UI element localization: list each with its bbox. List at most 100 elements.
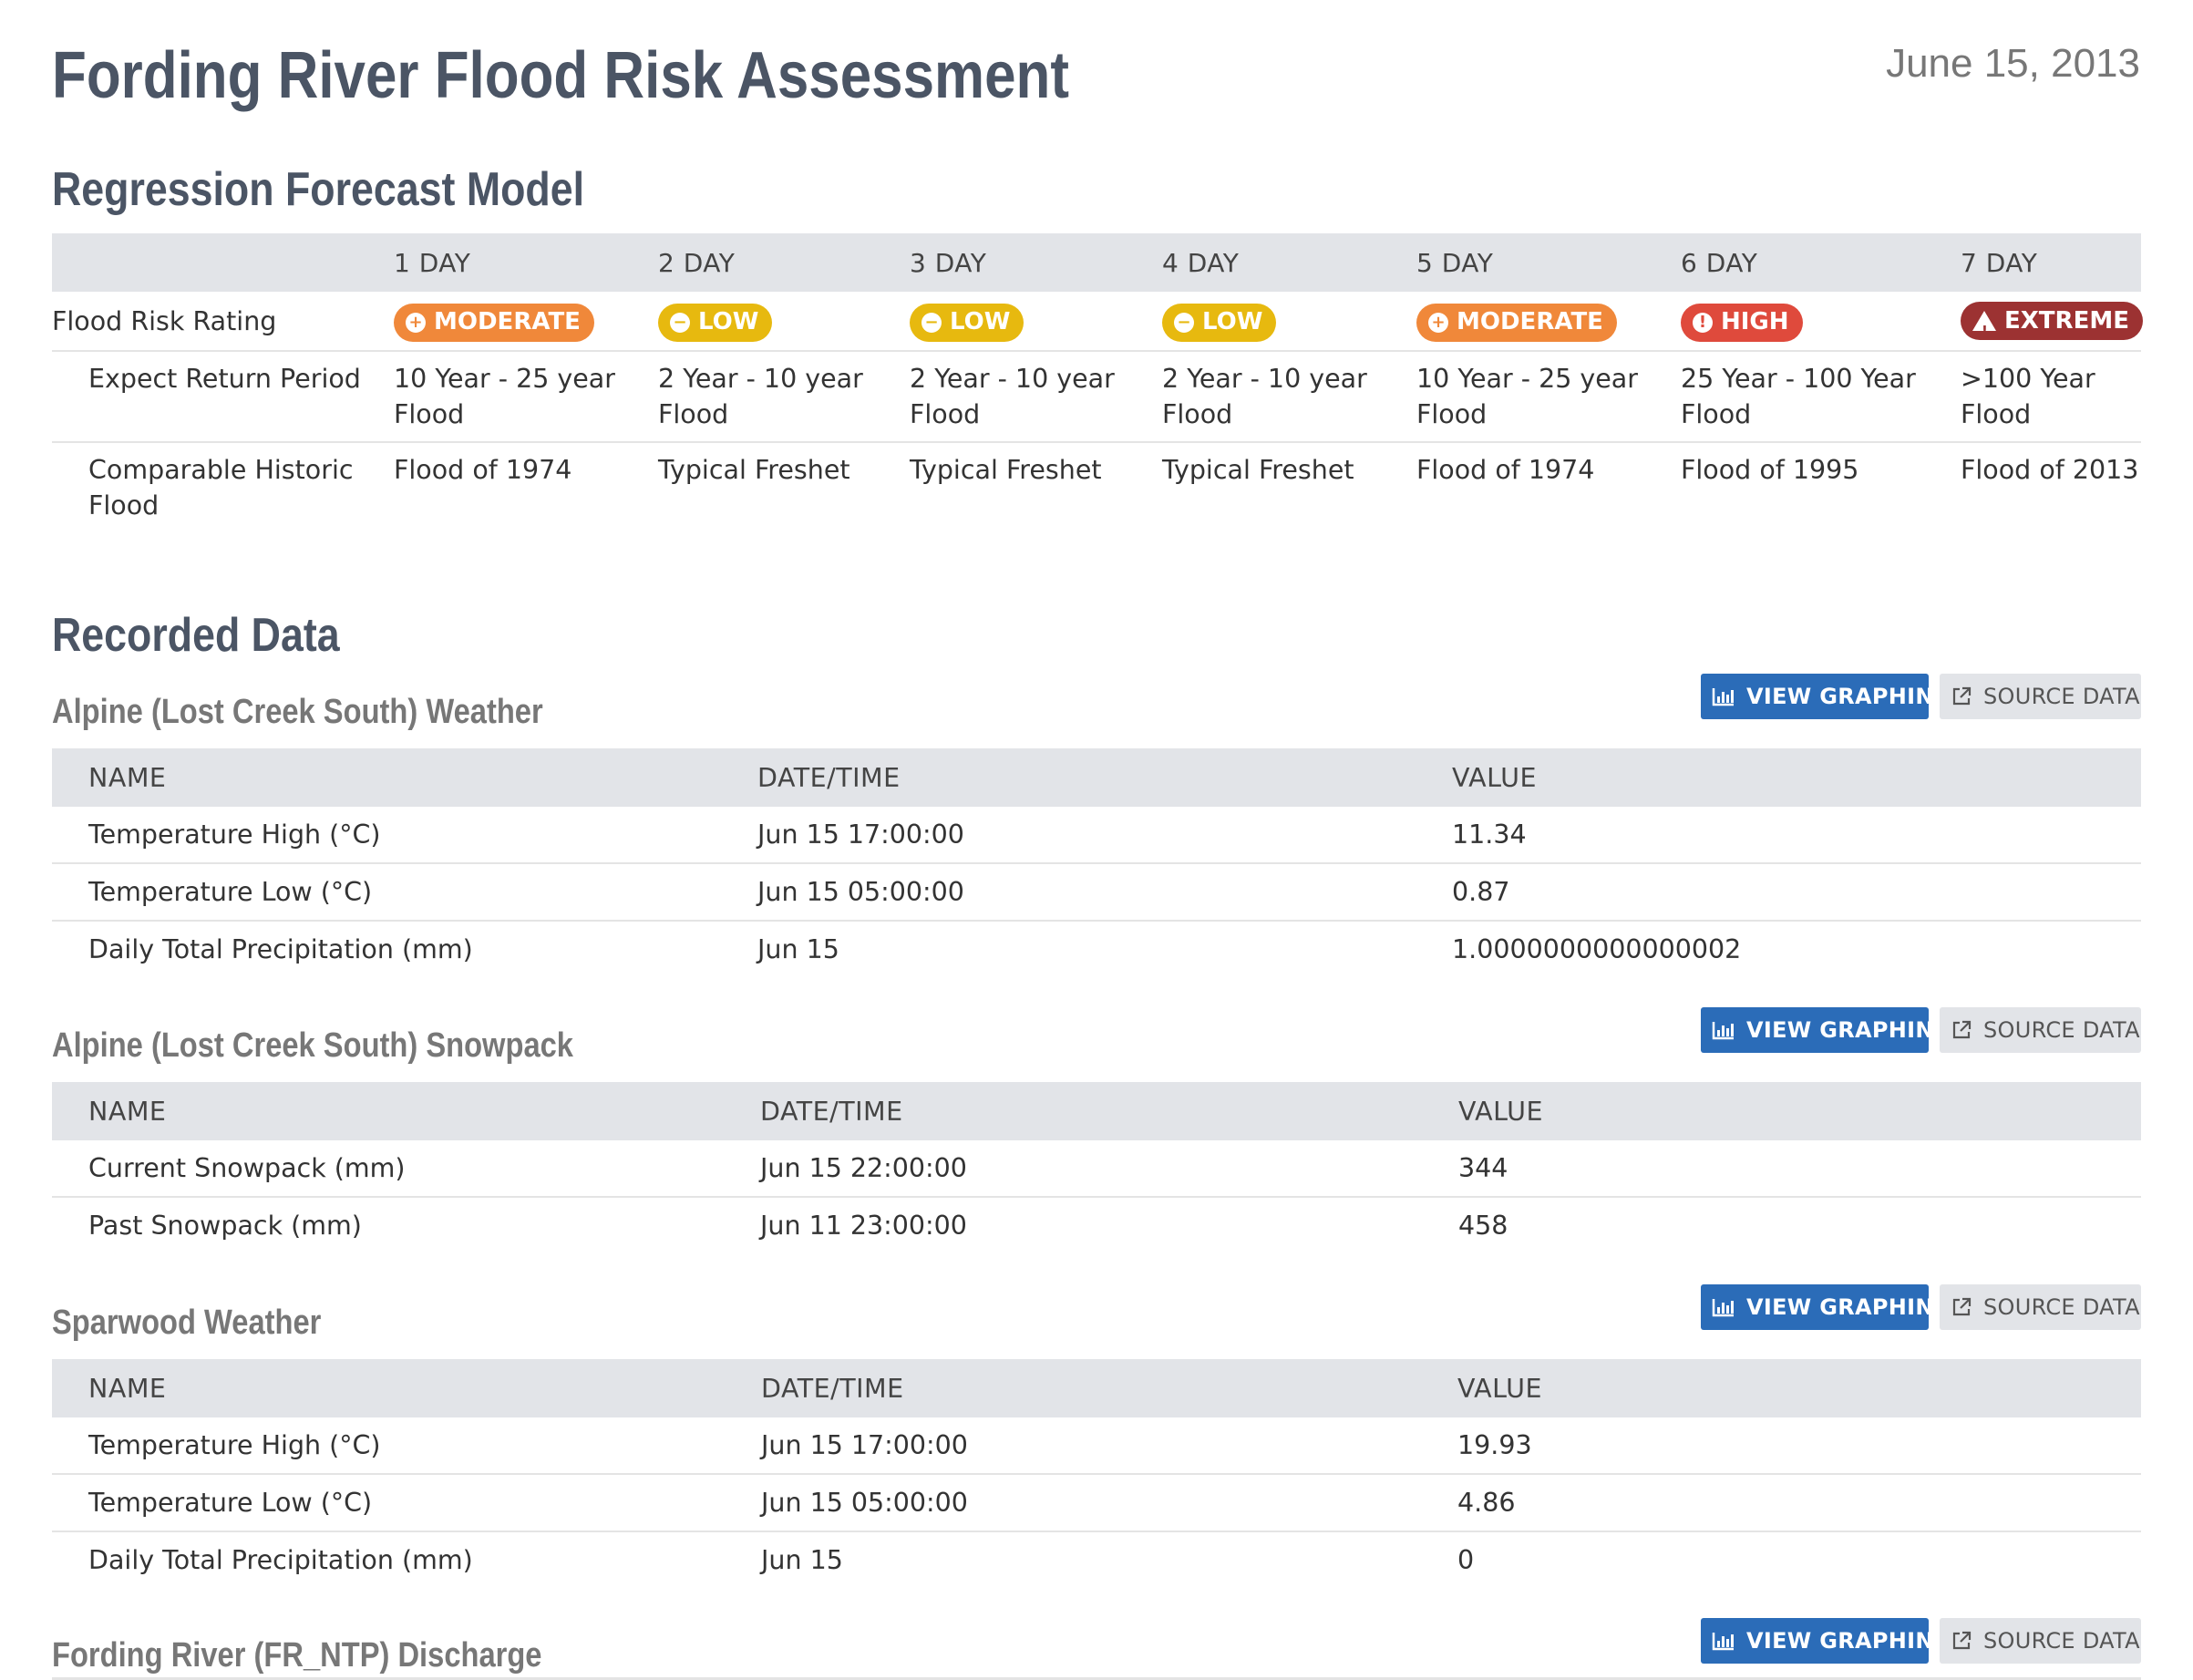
- cell-value: 11.34: [1452, 819, 1527, 850]
- external-link-icon: [1951, 685, 1972, 707]
- table-row: Daily Total Precipitation (mm) Jun 15 1.…: [52, 922, 2141, 977]
- cell-datetime: Jun 15: [757, 934, 839, 964]
- historic-flood-cell: Flood of 1995: [1681, 455, 1859, 485]
- col-datetime: DATE/TIME: [760, 1096, 903, 1127]
- external-link-icon: [1951, 1296, 1972, 1318]
- warning-triangle-icon: [1972, 311, 1996, 349]
- table-header-row: NAME DATE/TIME VALUE: [52, 1082, 2141, 1140]
- bar-chart-icon: [1712, 1297, 1735, 1317]
- risk-badge: − LOW: [1162, 303, 1277, 342]
- table-row: Current Snowpack (mm) Jun 15 22:00:00 34…: [52, 1140, 2141, 1198]
- return-period-cell: 25 Year - 100 Year Flood: [1681, 364, 1916, 429]
- cell-value: 4.86: [1457, 1488, 1516, 1518]
- section-title: Sparwood Weather: [52, 1304, 322, 1342]
- view-graphing-button[interactable]: VIEW GRAPHING: [1701, 1007, 1951, 1053]
- forecast-row-risk-rating: Flood Risk Rating + MODERATE − LOW − LOW − L…: [52, 292, 2143, 352]
- historic-flood-cell: Flood of 1974: [1416, 455, 1595, 485]
- col-value: VALUE: [1452, 762, 1537, 793]
- plus-circle-icon: +: [406, 312, 426, 333]
- source-data-button[interactable]: SOURCE DATA: [1940, 1618, 2141, 1664]
- cell-datetime: Jun 15 22:00:00: [760, 1153, 967, 1183]
- forecast-col-5-day: 5 DAY: [1416, 247, 1494, 278]
- col-value: VALUE: [1458, 1096, 1543, 1127]
- view-graphing-button[interactable]: VIEW GRAPHING: [1701, 674, 1951, 719]
- historic-flood-cell: Typical Freshet: [658, 455, 850, 485]
- historic-flood-cell: Flood of 2013: [1961, 455, 2139, 485]
- cell-value: 0.87: [1452, 877, 1510, 907]
- col-datetime: DATE/TIME: [757, 762, 901, 793]
- source-data-button[interactable]: SOURCE DATA: [1940, 1284, 2141, 1330]
- cell-datetime: Jun 15 17:00:00: [757, 819, 964, 850]
- report-date: June 15, 2013: [1886, 41, 2140, 86]
- return-period-cell: 10 Year - 25 year Flood: [1416, 364, 1638, 429]
- historic-flood-cell: Flood of 1974: [394, 455, 572, 485]
- col-datetime: DATE/TIME: [761, 1373, 904, 1404]
- recorded-data-heading: Recorded Data: [52, 609, 340, 662]
- cell-name: Temperature High (°C): [88, 1430, 381, 1460]
- forecast-header-row: 1 DAY 2 DAY 3 DAY 4 DAY 5 DAY 6 DAY 7 DA…: [52, 233, 2141, 292]
- risk-badge: − LOW: [658, 303, 773, 342]
- source-data-button[interactable]: SOURCE DATA: [1940, 674, 2141, 719]
- minus-circle-icon: −: [1174, 312, 1194, 333]
- table-row: Daily Total Precipitation (mm) Jun 15 0: [52, 1532, 2141, 1588]
- return-period-cell: 10 Year - 25 year Flood: [394, 364, 615, 429]
- section-title: Alpine (Lost Creek South) Weather: [52, 693, 543, 731]
- section-title: Alpine (Lost Creek South) Snowpack: [52, 1026, 573, 1065]
- risk-badge: ! HIGH: [1681, 303, 1803, 342]
- view-graphing-button[interactable]: VIEW GRAPHING: [1701, 1284, 1951, 1330]
- table-header-row: NAME DATE/TIME VALUE: [52, 748, 2141, 807]
- row-label: Comparable Historic Flood: [88, 455, 354, 520]
- page: Fording River Flood Risk Assessment June…: [0, 0, 2193, 1680]
- table-row: Temperature Low (°C) Jun 15 05:00:00 4.8…: [52, 1475, 2141, 1532]
- forecast-col-7-day: 7 DAY: [1961, 247, 2038, 278]
- forecast-table: 1 DAY 2 DAY 3 DAY 4 DAY 5 DAY 6 DAY 7 DA…: [52, 233, 2143, 532]
- cell-datetime: Jun 15: [761, 1545, 843, 1575]
- risk-badge: + MODERATE: [394, 303, 594, 342]
- forecast-col-4-day: 4 DAY: [1162, 247, 1240, 278]
- section-title: Fording River (FR_NTP) Discharge: [52, 1636, 542, 1675]
- historic-flood-cell: Typical Freshet: [910, 455, 1102, 485]
- forecast-heading: Regression Forecast Model: [52, 163, 585, 216]
- forecast-col-2-day: 2 DAY: [658, 247, 736, 278]
- external-link-icon: [1951, 1630, 1972, 1652]
- cell-name: Current Snowpack (mm): [88, 1153, 406, 1183]
- risk-badge: + MODERATE: [1416, 303, 1617, 342]
- cell-value: 19.93: [1457, 1430, 1532, 1460]
- col-name: NAME: [88, 762, 167, 793]
- return-period-cell: 2 Year - 10 year Flood: [910, 364, 1115, 429]
- forecast-row-historic-flood: Comparable Historic Flood Flood of 1974 …: [52, 443, 2141, 532]
- cell-value: 344: [1458, 1153, 1508, 1183]
- col-name: NAME: [88, 1373, 167, 1404]
- source-data-button[interactable]: SOURCE DATA: [1940, 1007, 2141, 1053]
- col-value: VALUE: [1457, 1373, 1542, 1404]
- bar-chart-icon: [1712, 1631, 1735, 1651]
- minus-circle-icon: −: [921, 312, 942, 333]
- forecast-col-6-day: 6 DAY: [1681, 247, 1758, 278]
- cell-datetime: Jun 15 05:00:00: [761, 1488, 968, 1518]
- cell-value: 458: [1458, 1211, 1508, 1241]
- table-row: Temperature Low (°C) Jun 15 05:00:00 0.8…: [52, 864, 2141, 922]
- data-table-sparwood-weather: NAME DATE/TIME VALUE Temperature High (°…: [52, 1359, 2141, 1588]
- view-graphing-button[interactable]: VIEW GRAPHING: [1701, 1618, 1951, 1664]
- table-row: Temperature High (°C) Jun 15 17:00:00 11…: [52, 807, 2141, 864]
- cell-name: Daily Total Precipitation (mm): [88, 1545, 473, 1575]
- bar-chart-icon: [1712, 1020, 1735, 1040]
- cell-datetime: Jun 15 17:00:00: [761, 1430, 968, 1460]
- return-period-cell: 2 Year - 10 year Flood: [658, 364, 863, 429]
- cell-datetime: Jun 15 05:00:00: [757, 877, 964, 907]
- cell-value: 1.0000000000000002: [1452, 934, 1742, 964]
- table-header-row: NAME DATE/TIME VALUE: [52, 1359, 2141, 1417]
- row-label: Flood Risk Rating: [52, 305, 277, 336]
- cell-value: 0: [1457, 1545, 1475, 1575]
- cell-name: Temperature High (°C): [88, 819, 381, 850]
- data-table-alpine-weather: NAME DATE/TIME VALUE Temperature High (°…: [52, 748, 2141, 977]
- exclamation-circle-icon: !: [1693, 312, 1713, 333]
- cell-name: Temperature Low (°C): [88, 877, 373, 907]
- cell-datetime: Jun 11 23:00:00: [760, 1211, 967, 1241]
- cell-name: Daily Total Precipitation (mm): [88, 934, 473, 964]
- data-table-alpine-snowpack: NAME DATE/TIME VALUE Current Snowpack (m…: [52, 1082, 2141, 1253]
- minus-circle-icon: −: [670, 312, 690, 333]
- cell-name: Temperature Low (°C): [88, 1488, 373, 1518]
- risk-badge: − LOW: [910, 303, 1024, 342]
- table-row: Temperature High (°C) Jun 15 17:00:00 19…: [52, 1417, 2141, 1475]
